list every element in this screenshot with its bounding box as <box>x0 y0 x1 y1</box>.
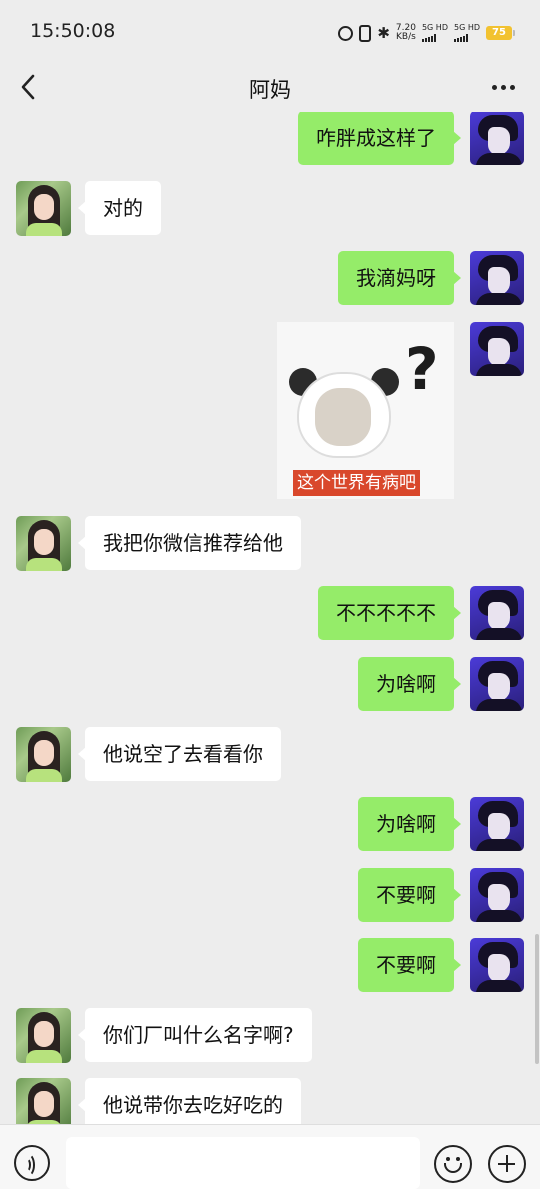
message-bubble[interactable]: 我把你微信推荐给他 <box>78 516 301 570</box>
emoji-icon[interactable] <box>434 1145 472 1183</box>
nav-bar: 阿妈 <box>0 62 540 112</box>
message-bubble[interactable]: 为啥啊 <box>358 797 461 851</box>
my-avatar[interactable] <box>470 938 524 992</box>
message-bubble[interactable]: 我滴妈呀 <box>338 251 461 305</box>
message-bubble[interactable]: 对的 <box>78 181 161 235</box>
status-icons: ✱ 7.20 KB/s 5G HD 5G HD 75 <box>338 20 515 46</box>
sticker-caption: 这个世界有病吧 <box>293 470 420 496</box>
message-input[interactable] <box>66 1137 420 1189</box>
message-bubble[interactable]: 不要啊 <box>358 938 461 992</box>
page-title: 阿妈 <box>249 78 291 102</box>
my-avatar[interactable] <box>470 868 524 922</box>
net-speed: 7.20 KB/s <box>396 24 416 42</box>
chat-message-list[interactable]: 咋胖成这样了 对的 我滴妈呀 ? 这个世界有病吧 我把你微信推荐给他 不不不不不… <box>0 112 540 1124</box>
signal-icon-2: 5G HD <box>453 23 480 42</box>
message-bubble[interactable]: 你们厂叫什么名字啊? <box>78 1008 312 1062</box>
message-bubble[interactable]: 他说空了去看看你 <box>78 727 281 781</box>
more-dots-icon[interactable] <box>488 74 518 100</box>
message-bubble[interactable]: 他说带你去吃好吃的 <box>78 1078 301 1124</box>
contact-avatar[interactable] <box>16 181 71 236</box>
contact-avatar[interactable] <box>16 727 71 782</box>
my-avatar[interactable] <box>470 251 524 305</box>
sticker-image[interactable]: ? 这个世界有病吧 <box>277 322 454 499</box>
battery-icon: 75 <box>486 26 515 40</box>
input-bar <box>0 1124 540 1189</box>
sim1-label: 5G HD <box>421 23 448 32</box>
status-bar: 15:50:08 ✱ 7.20 KB/s 5G HD 5G HD 75 <box>0 0 540 62</box>
my-avatar[interactable] <box>470 657 524 711</box>
message-bubble[interactable]: 不要啊 <box>358 868 461 922</box>
message-bubble[interactable]: 为啥啊 <box>358 657 461 711</box>
voice-icon[interactable] <box>14 1145 50 1181</box>
my-avatar[interactable] <box>470 112 524 165</box>
signal-icon: 5G HD <box>421 23 448 42</box>
alarm-icon <box>338 25 354 41</box>
my-avatar[interactable] <box>470 797 524 851</box>
bluetooth-icon: ✱ <box>377 23 390 42</box>
plus-icon[interactable] <box>488 1145 526 1183</box>
question-mark-icon: ? <box>405 335 439 403</box>
contact-avatar[interactable] <box>16 1008 71 1063</box>
contact-avatar[interactable] <box>16 516 71 571</box>
status-time: 15:50:08 <box>30 20 116 42</box>
vibrate-icon <box>359 24 372 42</box>
message-bubble[interactable]: 咋胖成这样了 <box>298 112 461 165</box>
my-avatar[interactable] <box>470 322 524 376</box>
my-avatar[interactable] <box>470 586 524 640</box>
message-bubble[interactable]: 不不不不不 <box>318 586 461 640</box>
sim2-label: 5G HD <box>453 23 480 32</box>
panda-face <box>315 388 371 446</box>
scrollbar[interactable] <box>535 934 539 1064</box>
contact-avatar[interactable] <box>16 1078 71 1124</box>
net-speed-unit: KB/s <box>396 32 416 42</box>
